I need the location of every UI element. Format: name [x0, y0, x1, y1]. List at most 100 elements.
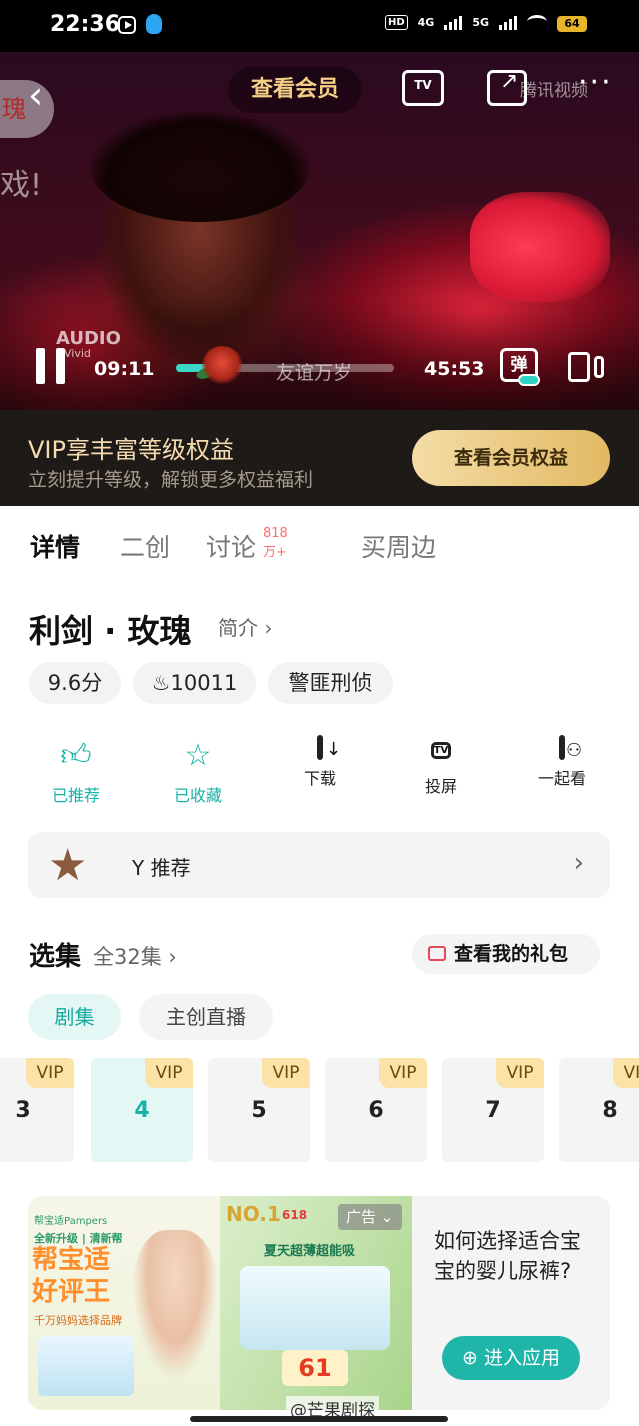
ad-brand: 帮宝适Pampers [34, 1216, 108, 1227]
hd-icon: HD [384, 14, 408, 30]
favorite-label: 已收藏 [173, 786, 222, 805]
ad-tag-label: 广告 [346, 1208, 377, 1226]
episode-item[interactable]: VIP 3 [0, 1058, 74, 1162]
more-icon[interactable]: ··· [578, 68, 613, 98]
current-time: 09:11 [94, 358, 155, 380]
watch-together-button[interactable]: ⚇ 一起看 [512, 735, 612, 789]
download-label: 下载 [303, 769, 336, 788]
recommend-button[interactable]: 👍︎ 已推荐 [26, 738, 126, 806]
episode-item[interactable]: VIP 6 [325, 1058, 427, 1162]
episode-item[interactable]: VIP 8 [559, 1058, 639, 1162]
episode-number: 8 [602, 1098, 618, 1123]
total-time: 45:53 [424, 358, 485, 380]
flame-icon: ♨ [151, 671, 171, 695]
gift-ticket-icon [428, 946, 446, 961]
download-icon: ↓ [317, 735, 341, 760]
ad-baby-photo [132, 1230, 218, 1380]
vip-badge: VIP [262, 1058, 310, 1088]
star-avatar-icon: ★ [48, 840, 88, 891]
episode-item-active[interactable]: VIP 4 [91, 1058, 193, 1162]
status-time: 22:36 [50, 12, 121, 37]
status-indicators: HD 4G 5G [384, 14, 547, 30]
status-bar: 22:36 HD 4G 5G 64 [0, 0, 639, 52]
discussion-count-badge: 818万+ [263, 526, 288, 560]
tab-discussion[interactable]: 讨论 [206, 528, 256, 564]
episodes-count-link[interactable]: 全32集 › [93, 941, 177, 971]
download-button[interactable]: ↓ 下载 [270, 735, 370, 789]
episodes-title: 选集 [29, 942, 82, 972]
vip-banner: VIP享丰富等级权益 立刻提升等级，解锁更多权益福利 查看会员权益 [0, 410, 639, 506]
cast-label: 投屏 [424, 777, 457, 796]
side-danmu-pill: 瑰 [0, 80, 54, 138]
rotate-screen-icon[interactable] [568, 348, 606, 384]
heat-value: 10011 [170, 671, 238, 695]
score-chip: 9.6分 [29, 662, 121, 704]
vip-badge: VIP [26, 1058, 74, 1088]
signal-icon [444, 14, 463, 30]
segment-creator-live[interactable]: 主创直播 [139, 994, 273, 1040]
segment-episodes[interactable]: 剧集 [28, 994, 121, 1040]
view-member-button[interactable]: 查看会员 [228, 67, 362, 113]
vip-subtitle: 立刻提升等级，解锁更多权益福利 [28, 469, 314, 491]
ad-no1: NO.1 [226, 1202, 281, 1226]
episode-number: 6 [368, 1098, 384, 1123]
ad-small-line: 千万妈妈选择品牌 [34, 1314, 122, 1327]
video-player[interactable]: 瑰 戏! ‹ 查看会员 TV 腾讯视频 ··· AUDIO Vivid 09:1… [0, 52, 639, 410]
episode-item[interactable]: VIP 7 [442, 1058, 544, 1162]
tab-details[interactable]: 详情 [30, 528, 80, 564]
vip-badge: VIP [145, 1058, 193, 1088]
ad-618: 618 [282, 1208, 308, 1222]
tab-merchandise[interactable]: 买周边 [361, 528, 436, 564]
scene-pillow [470, 192, 610, 302]
gift-button[interactable]: 查看我的礼包 [412, 934, 600, 974]
pause-icon[interactable] [34, 348, 68, 384]
ad-diaper-pack [38, 1336, 134, 1396]
tab-derivative[interactable]: 二创 [120, 528, 170, 564]
enter-app-button[interactable]: ⊕ 进入应用 [442, 1336, 580, 1380]
vip-badge: VIP [613, 1058, 639, 1088]
rose-scrubber-icon[interactable] [202, 346, 242, 384]
tv-cast-icon[interactable]: TV [402, 70, 444, 106]
star-icon: ☆ [184, 738, 212, 773]
intro-link[interactable]: 简介 › [218, 612, 272, 641]
cast-button[interactable]: TV 投屏 [391, 738, 491, 797]
genre-chip[interactable]: 警匪刑侦 [268, 662, 393, 704]
episode-name: 友谊万岁 [276, 362, 353, 384]
enter-app-label: 进入应用 [483, 1347, 560, 1369]
episode-number: 7 [485, 1098, 501, 1123]
danmu-switch[interactable] [518, 374, 540, 386]
recommend-bar[interactable]: ★ Y 推荐 › [28, 832, 610, 898]
chevron-right-icon: › [573, 848, 584, 878]
show-title: 利剑 · 玫瑰 [29, 612, 192, 650]
ad-diaper-packs [240, 1266, 390, 1350]
home-indicator[interactable] [190, 1416, 448, 1422]
ad-image-left: 帮宝适Pampers 全新升级 | 清新帮 帮宝适 好评王 千万妈妈选择品牌 [28, 1196, 220, 1410]
back-icon[interactable]: ‹ [28, 76, 43, 114]
network-4g-label: 4G [417, 15, 435, 29]
ad-summer-line: 夏天超薄超能吸 [264, 1244, 356, 1259]
qq-icon [146, 14, 162, 34]
episode-number: 5 [251, 1098, 267, 1123]
episode-item[interactable]: VIP 5 [208, 1058, 310, 1162]
watch-together-icon: ⚇ [559, 735, 582, 761]
scene-figure-hair [90, 112, 310, 222]
audio-logo-text: AUDIO [56, 328, 121, 349]
vip-badge: VIP [379, 1058, 427, 1088]
tv-label: TV [414, 78, 432, 92]
vip-title: VIP享丰富等级权益 [28, 436, 234, 464]
favorite-button[interactable]: ☆ 已收藏 [148, 738, 248, 806]
episode-number: 4 [134, 1098, 150, 1123]
ad-headline-2: 好评王 [32, 1277, 111, 1307]
heat-chip[interactable]: ♨10011 [133, 662, 256, 704]
ad-card[interactable]: 帮宝适Pampers 全新升级 | 清新帮 帮宝适 好评王 千万妈妈选择品牌 N… [28, 1196, 610, 1410]
ad-headline-1: 帮宝适 [32, 1245, 111, 1275]
episode-number: 3 [15, 1098, 31, 1123]
ad-tag[interactable]: 广告 ⌄ [338, 1204, 402, 1230]
signal-icon-2 [499, 14, 517, 30]
enter-icon: ⊕ [462, 1347, 484, 1369]
view-vip-benefits-button[interactable]: 查看会员权益 [412, 430, 610, 486]
danmu-text: 戏! [0, 168, 43, 203]
cast-icon: TV [430, 742, 452, 759]
vip-badge: VIP [496, 1058, 544, 1088]
watch-together-label: 一起看 [537, 769, 586, 788]
